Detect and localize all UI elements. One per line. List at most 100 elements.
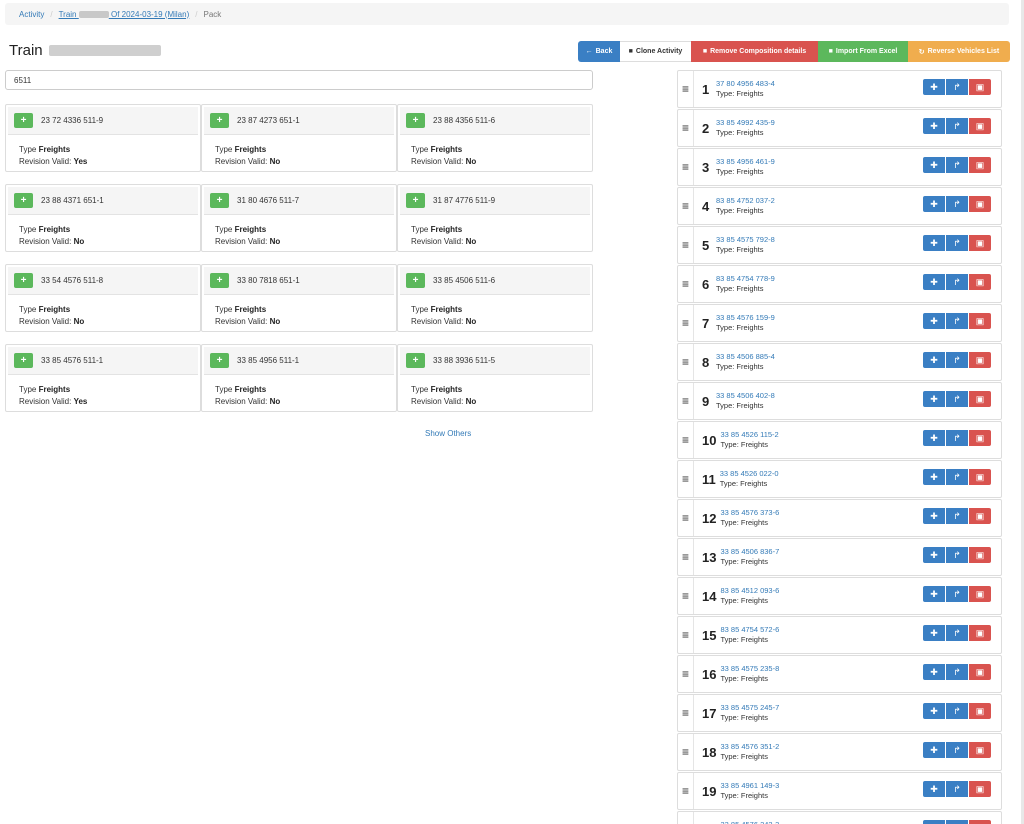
move-button[interactable]: ✚ — [923, 625, 945, 641]
back-button[interactable]: ← Back — [578, 41, 620, 62]
add-vehicle-button[interactable]: + — [14, 353, 33, 368]
move-button[interactable]: ✚ — [923, 157, 945, 173]
move-button[interactable]: ✚ — [923, 586, 945, 602]
share-button[interactable]: ↱ — [946, 118, 968, 134]
delete-button[interactable]: ▣ — [969, 274, 991, 290]
move-button[interactable]: ✚ — [923, 79, 945, 95]
vehicle-code-link[interactable]: 33 85 4506 402-8 — [716, 391, 775, 401]
move-button[interactable]: ✚ — [923, 547, 945, 563]
vehicle-code-link[interactable]: 37 80 4956 483-4 — [716, 79, 775, 89]
delete-button[interactable]: ▣ — [969, 430, 991, 446]
delete-button[interactable]: ▣ — [969, 664, 991, 680]
add-vehicle-button[interactable]: + — [406, 273, 425, 288]
move-button[interactable]: ✚ — [923, 274, 945, 290]
vehicle-code-link[interactable]: 33 85 4575 792-8 — [716, 235, 775, 245]
drag-handle-icon[interactable]: ≡ — [678, 188, 694, 224]
share-button[interactable]: ↱ — [946, 196, 968, 212]
delete-button[interactable]: ▣ — [969, 118, 991, 134]
add-vehicle-button[interactable]: + — [210, 353, 229, 368]
clone-activity-button[interactable]: ■ Clone Activity — [620, 41, 691, 62]
delete-button[interactable]: ▣ — [969, 313, 991, 329]
drag-handle-icon[interactable]: ≡ — [678, 500, 694, 536]
delete-button[interactable]: ▣ — [969, 391, 991, 407]
share-button[interactable]: ↱ — [946, 820, 968, 824]
import-excel-button[interactable]: ■ Import From Excel — [818, 41, 908, 62]
vehicle-code-link[interactable]: 83 85 4754 572-6 — [720, 625, 779, 635]
drag-handle-icon[interactable]: ≡ — [678, 734, 694, 770]
share-button[interactable]: ↱ — [946, 703, 968, 719]
add-vehicle-button[interactable]: + — [210, 113, 229, 128]
vehicle-code-link[interactable]: 33 85 4506 836-7 — [720, 547, 779, 557]
drag-handle-icon[interactable]: ≡ — [678, 344, 694, 380]
drag-handle-icon[interactable]: ≡ — [678, 812, 694, 824]
vehicle-code-link[interactable]: 33 85 4576 242-3 — [720, 820, 779, 824]
share-button[interactable]: ↱ — [946, 391, 968, 407]
move-button[interactable]: ✚ — [923, 820, 945, 824]
vehicle-code-link[interactable]: 83 85 4512 093-6 — [720, 586, 779, 596]
share-button[interactable]: ↱ — [946, 742, 968, 758]
share-button[interactable]: ↱ — [946, 469, 968, 485]
vehicle-code-link[interactable]: 83 85 4752 037-2 — [716, 196, 775, 206]
delete-button[interactable]: ▣ — [969, 508, 991, 524]
share-button[interactable]: ↱ — [946, 430, 968, 446]
delete-button[interactable]: ▣ — [969, 625, 991, 641]
vehicle-code-link[interactable]: 33 85 4576 373-6 — [720, 508, 779, 518]
drag-handle-icon[interactable]: ≡ — [678, 461, 694, 497]
add-vehicle-button[interactable]: + — [210, 273, 229, 288]
vehicle-code-link[interactable]: 33 85 4506 885-4 — [716, 352, 775, 362]
move-button[interactable]: ✚ — [923, 352, 945, 368]
share-button[interactable]: ↱ — [946, 625, 968, 641]
vehicle-code-link[interactable]: 33 85 4961 149-3 — [720, 781, 779, 791]
add-vehicle-button[interactable]: + — [14, 193, 33, 208]
share-button[interactable]: ↱ — [946, 508, 968, 524]
delete-button[interactable]: ▣ — [969, 157, 991, 173]
search-input[interactable] — [5, 70, 593, 90]
move-button[interactable]: ✚ — [923, 508, 945, 524]
drag-handle-icon[interactable]: ≡ — [678, 149, 694, 185]
remove-composition-button[interactable]: ■ Remove Composition details — [691, 41, 818, 62]
move-button[interactable]: ✚ — [923, 118, 945, 134]
drag-handle-icon[interactable]: ≡ — [678, 578, 694, 614]
add-vehicle-button[interactable]: + — [406, 193, 425, 208]
drag-handle-icon[interactable]: ≡ — [678, 539, 694, 575]
delete-button[interactable]: ▣ — [969, 79, 991, 95]
delete-button[interactable]: ▣ — [969, 469, 991, 485]
move-button[interactable]: ✚ — [923, 664, 945, 680]
move-button[interactable]: ✚ — [923, 703, 945, 719]
add-vehicle-button[interactable]: + — [14, 113, 33, 128]
vehicle-code-link[interactable]: 33 85 4526 022-0 — [720, 469, 779, 479]
share-button[interactable]: ↱ — [946, 586, 968, 602]
delete-button[interactable]: ▣ — [969, 352, 991, 368]
share-button[interactable]: ↱ — [946, 664, 968, 680]
drag-handle-icon[interactable]: ≡ — [678, 227, 694, 263]
move-button[interactable]: ✚ — [923, 235, 945, 251]
move-button[interactable]: ✚ — [923, 781, 945, 797]
vehicle-code-link[interactable]: 33 85 4575 245-7 — [720, 703, 779, 713]
share-button[interactable]: ↱ — [946, 781, 968, 797]
delete-button[interactable]: ▣ — [969, 196, 991, 212]
vehicle-code-link[interactable]: 33 85 4992 435-9 — [716, 118, 775, 128]
add-vehicle-button[interactable]: + — [14, 273, 33, 288]
drag-handle-icon[interactable]: ≡ — [678, 71, 694, 107]
move-button[interactable]: ✚ — [923, 742, 945, 758]
show-others-link[interactable]: Show Others — [425, 429, 471, 438]
move-button[interactable]: ✚ — [923, 391, 945, 407]
share-button[interactable]: ↱ — [946, 547, 968, 563]
drag-handle-icon[interactable]: ≡ — [678, 695, 694, 731]
drag-handle-icon[interactable]: ≡ — [678, 305, 694, 341]
move-button[interactable]: ✚ — [923, 196, 945, 212]
delete-button[interactable]: ▣ — [969, 742, 991, 758]
delete-button[interactable]: ▣ — [969, 820, 991, 824]
vehicle-code-link[interactable]: 33 85 4956 461-9 — [716, 157, 775, 167]
move-button[interactable]: ✚ — [923, 430, 945, 446]
vehicle-code-link[interactable]: 83 85 4754 778-9 — [716, 274, 775, 284]
delete-button[interactable]: ▣ — [969, 235, 991, 251]
drag-handle-icon[interactable]: ≡ — [678, 656, 694, 692]
delete-button[interactable]: ▣ — [969, 547, 991, 563]
delete-button[interactable]: ▣ — [969, 781, 991, 797]
vehicle-code-link[interactable]: 33 85 4576 351-2 — [720, 742, 779, 752]
breadcrumb-train-link[interactable]: Train Of 2024-03-19 (Milan) — [59, 10, 190, 19]
share-button[interactable]: ↱ — [946, 352, 968, 368]
share-button[interactable]: ↱ — [946, 79, 968, 95]
vehicle-code-link[interactable]: 33 85 4575 235-8 — [720, 664, 779, 674]
